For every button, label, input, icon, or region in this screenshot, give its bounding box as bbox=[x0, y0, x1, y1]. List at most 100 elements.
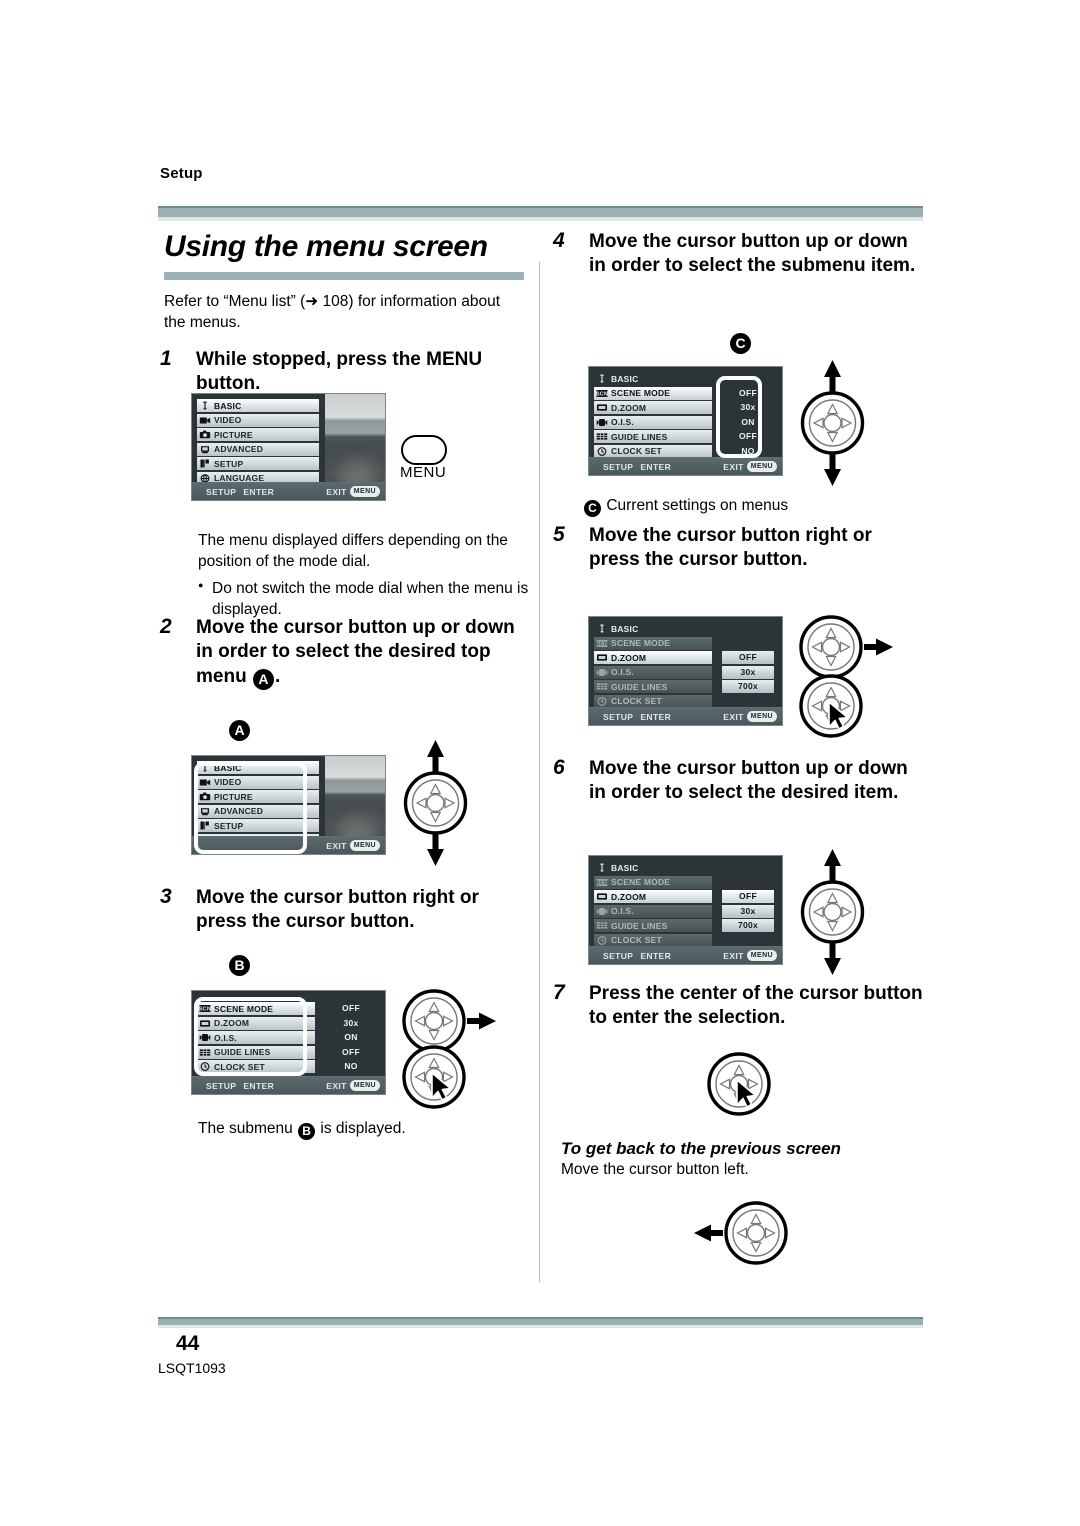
column-divider bbox=[539, 262, 540, 1282]
cursor-button-updown-step2[interactable] bbox=[398, 738, 473, 868]
cursor-button-updown-step4[interactable] bbox=[795, 358, 870, 488]
lcd-value-ois: ON bbox=[741, 416, 755, 427]
cursor-button-press-step7[interactable] bbox=[705, 1050, 775, 1118]
lcd-item-label: CLOCK SET bbox=[611, 446, 662, 456]
lcd-item-label: SCENE MODE bbox=[611, 638, 671, 648]
guide-lines-icon bbox=[596, 432, 608, 441]
page-title: Using the menu screen bbox=[164, 230, 488, 263]
lcd-status-exit: EXIT bbox=[723, 950, 744, 961]
lcd-item-guide-lines[interactable]: GUIDE LINES bbox=[594, 919, 712, 932]
menu-hardware-button[interactable] bbox=[401, 435, 447, 465]
lcd-status-menu-pill: MENU bbox=[349, 1080, 380, 1091]
lcd-item-dzoom[interactable]: D.ZOOM bbox=[594, 651, 712, 664]
lcd-submenu-list: BASIC SCN SCENE MODE D.ZOOM O.I.S. GUIDE… bbox=[594, 372, 712, 459]
dzoom-icon bbox=[596, 403, 608, 412]
lcd-item-picture[interactable]: PICTURE bbox=[197, 790, 319, 803]
step-7-text: Press the center of the cursor button to… bbox=[589, 983, 923, 1029]
left-column: Using the menu screen Refer to “Menu lis… bbox=[158, 228, 530, 404]
clock-set-icon bbox=[199, 1062, 211, 1071]
cursor-button-updown-step6[interactable] bbox=[795, 847, 870, 977]
video-icon bbox=[199, 778, 211, 787]
lcd-status-enter: ENTER bbox=[243, 486, 275, 497]
lcd-item-ois[interactable]: O.I.S. bbox=[594, 904, 712, 918]
lcd-item-clock-set[interactable]: CLOCK SET bbox=[594, 933, 712, 947]
cursor-button-press-step5[interactable] bbox=[797, 672, 867, 740]
step-7: 7 Press the center of the cursor button … bbox=[551, 981, 926, 1031]
step-1-notes: The menu displayed differs depending on … bbox=[158, 524, 530, 626]
lcd-value-clock-set: NO bbox=[741, 445, 755, 456]
lcd-item-scene-mode[interactable]: SCN SCENE MODE bbox=[594, 636, 712, 650]
lcd-item-basic[interactable]: BASIC bbox=[197, 399, 319, 412]
lcd-item-video[interactable]: VIDEO bbox=[197, 775, 319, 789]
scene-mode-icon: SCN bbox=[199, 1004, 211, 1013]
lcd-top-menu-step2: BASIC VIDEO PICTURE ADVANCED SETUP EXIT … bbox=[191, 755, 386, 855]
basic-icon bbox=[596, 374, 608, 383]
lcd-status-bar: SETUP ENTER EXIT MENU bbox=[589, 457, 782, 475]
lcd-item-label: CLOCK SET bbox=[611, 935, 662, 945]
lcd-top-menu-step1: BASIC VIDEO PICTURE ADVANCED SETUP LANGU… bbox=[191, 393, 386, 501]
lcd-item-label: SETUP bbox=[214, 458, 244, 469]
lcd-item-ois[interactable]: O.I.S. bbox=[594, 665, 712, 679]
lcd-item-advanced[interactable]: ADVANCED bbox=[197, 804, 319, 818]
svg-text:SCN: SCN bbox=[596, 641, 608, 647]
mode-dial-note: The menu displayed differs depending on … bbox=[198, 532, 508, 571]
lcd-item-setup[interactable]: SETUP bbox=[197, 457, 319, 470]
cursor-button-press-step3[interactable] bbox=[400, 1043, 470, 1111]
lcd-option-700x[interactable]: 700x bbox=[722, 919, 774, 932]
lcd-item-guide-lines[interactable]: GUIDE LINES bbox=[594, 430, 712, 443]
right-column: 4 Move the cursor button up or down in o… bbox=[551, 229, 926, 287]
lcd-item-dzoom[interactable]: D.ZOOM bbox=[594, 890, 712, 903]
cursor-button-right-step5[interactable] bbox=[797, 613, 897, 681]
lcd-item-scene-mode[interactable]: SCN SCENE MODE bbox=[197, 1002, 315, 1015]
lcd-status-bar: SETUP ENTER EXIT MENU bbox=[192, 482, 385, 500]
advanced-icon bbox=[199, 445, 211, 454]
lcd-item-guide-lines[interactable]: GUIDE LINES bbox=[594, 680, 712, 693]
ois-icon bbox=[596, 907, 608, 916]
lcd-item-ois[interactable]: O.I.S. bbox=[197, 1031, 315, 1044]
lcd-item-ois[interactable]: O.I.S. bbox=[594, 415, 712, 429]
lcd-item-dzoom[interactable]: D.ZOOM bbox=[197, 1016, 315, 1030]
lcd-dzoom-options: OFF 30x 700x bbox=[722, 890, 774, 934]
clock-set-icon bbox=[596, 446, 608, 456]
lcd-item-clock-set[interactable]: CLOCK SET bbox=[197, 1060, 315, 1073]
lcd-item-basic[interactable]: BASIC bbox=[197, 761, 319, 774]
lcd-value-scene-mode: OFF bbox=[342, 1003, 360, 1013]
lcd-option-30x[interactable]: 30x bbox=[722, 665, 774, 679]
step-1: 1 While stopped, press the MENU button. bbox=[158, 347, 530, 397]
picture-icon bbox=[199, 430, 211, 439]
lcd-item-scene-mode[interactable]: SCN SCENE MODE bbox=[594, 386, 712, 400]
lcd-status-menu-pill: MENU bbox=[349, 486, 380, 497]
lcd-status-setup: SETUP bbox=[603, 461, 634, 472]
lcd-item-label: D.ZOOM bbox=[214, 1018, 250, 1028]
lcd-item-setup[interactable]: SETUP bbox=[197, 819, 319, 832]
step-1-text: While stopped, press the MENU button. bbox=[196, 348, 483, 395]
lcd-item-label: VIDEO bbox=[214, 415, 242, 425]
lcd-item-clock-set[interactable]: CLOCK SET bbox=[594, 694, 712, 708]
manual-page: Setup Using the menu screen Refer to “Me… bbox=[0, 0, 1080, 1526]
menu-hardware-button-label: MENU bbox=[400, 464, 447, 481]
lcd-item-picture[interactable]: PICTURE bbox=[197, 428, 319, 441]
badge-b-inline: B bbox=[298, 1123, 316, 1140]
advanced-icon bbox=[199, 807, 211, 816]
section-label: Setup bbox=[160, 165, 203, 182]
lcd-submenu-list: BASIC SCN SCENE MODE D.ZOOM O.I.S. GUIDE… bbox=[594, 861, 712, 948]
lcd-option-off[interactable]: OFF bbox=[722, 890, 774, 903]
lcd-item-dzoom[interactable]: D.ZOOM bbox=[594, 401, 712, 414]
lcd-value-ois: ON bbox=[344, 1032, 358, 1042]
back-section-body: Move the cursor button left. bbox=[561, 1161, 749, 1178]
badge-a: A bbox=[252, 668, 274, 690]
lcd-option-700x[interactable]: 700x bbox=[722, 680, 774, 693]
lcd-item-clock-set[interactable]: CLOCK SET bbox=[594, 444, 712, 458]
lcd-item-advanced[interactable]: ADVANCED bbox=[197, 442, 319, 456]
cursor-button-left-back[interactable] bbox=[690, 1198, 790, 1268]
lcd-option-30x[interactable]: 30x bbox=[722, 904, 774, 918]
lcd-status-exit-group: EXIT MENU bbox=[723, 461, 777, 472]
lcd-item-scene-mode[interactable]: SCN SCENE MODE bbox=[594, 875, 712, 889]
lcd-option-off[interactable]: OFF bbox=[722, 651, 774, 664]
lcd-item-guide-lines[interactable]: GUIDE LINES bbox=[197, 1045, 315, 1059]
submenu-caption-pre: The submenu bbox=[198, 1120, 298, 1137]
lcd-item-video[interactable]: VIDEO bbox=[197, 413, 319, 427]
dzoom-icon bbox=[596, 653, 608, 662]
lcd-item-label: PICTURE bbox=[214, 429, 253, 440]
basic-icon bbox=[199, 401, 211, 410]
